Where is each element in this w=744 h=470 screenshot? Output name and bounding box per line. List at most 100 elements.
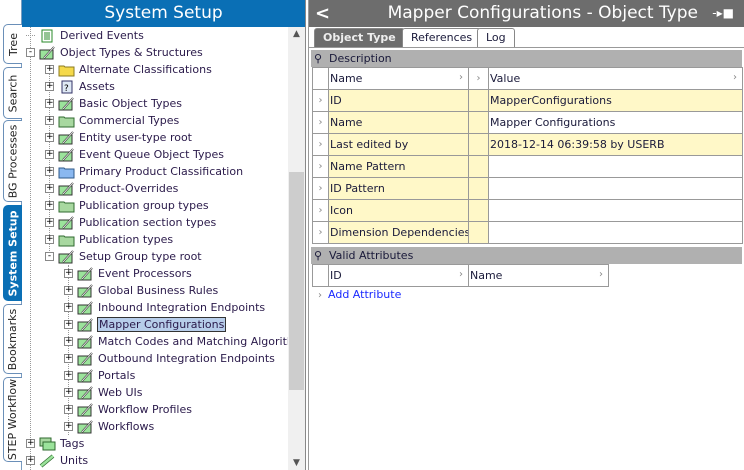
table-row[interactable]: › Name Pattern	[312, 155, 743, 178]
expand-icon[interactable]: +	[45, 235, 54, 244]
row-value[interactable]	[488, 199, 743, 222]
expand-icon[interactable]: +	[45, 150, 54, 159]
column-header-name[interactable]: Name ›	[468, 264, 609, 287]
expand-icon[interactable]: +	[45, 218, 54, 227]
chevron-icon[interactable]: ›	[468, 67, 489, 90]
expand-icon[interactable]: +	[45, 82, 54, 91]
tree-item[interactable]: + Publication group types	[45, 197, 210, 214]
table-row[interactable]: › Last edited by 2018-12-14 06:39:58 by US…	[312, 133, 743, 156]
tree-item[interactable]: + Commercial Types	[45, 112, 180, 129]
vtab-search[interactable]: Search	[3, 67, 22, 119]
add-attribute-link[interactable]: Add Attribute	[328, 288, 401, 301]
tab-log[interactable]: Log	[477, 28, 515, 47]
column-header-name[interactable]: Name ›	[328, 67, 469, 90]
vtab-bg-processes[interactable]: BG Processes	[3, 120, 22, 202]
expand-icon[interactable]: +	[45, 167, 54, 176]
expand-icon[interactable]: +	[64, 337, 73, 346]
object-type-icon	[58, 130, 75, 145]
description-section-header[interactable]: ⚲ Description	[311, 50, 742, 67]
tree-item[interactable]: + Publication types	[45, 231, 174, 248]
scroll-up-icon[interactable]: ▲	[288, 29, 305, 39]
tree-item[interactable]: + Basic Object Types	[45, 95, 183, 112]
table-row[interactable]: › Name Mapper Configurations	[312, 111, 743, 134]
tab-object-type[interactable]: Object Type	[314, 28, 405, 47]
tab-references[interactable]: References	[402, 28, 482, 47]
expand-icon[interactable]: +	[64, 354, 73, 363]
chevron-icon[interactable]: ›	[312, 199, 329, 222]
expand-icon[interactable]: +	[26, 439, 35, 448]
expand-icon[interactable]: +	[64, 320, 73, 329]
tree-item[interactable]: - Object Types & Structures	[26, 44, 204, 61]
chevron-icon[interactable]: ›	[312, 133, 329, 156]
tree-item[interactable]: + Match Codes and Matching Algorithms	[64, 333, 288, 350]
expand-icon[interactable]: +	[64, 269, 73, 278]
pin-icon[interactable]: ⚲	[314, 247, 322, 264]
chevron-icon[interactable]: ›	[312, 111, 329, 134]
expand-icon[interactable]: +	[45, 116, 54, 125]
scrollbar-thumb[interactable]	[289, 172, 304, 390]
expand-icon[interactable]: +	[45, 65, 54, 74]
pin-icon[interactable]: ⚲	[314, 50, 322, 67]
expand-icon[interactable]: +	[45, 99, 54, 108]
vtab-tree[interactable]: Tree	[3, 24, 22, 64]
vtab-step-workflow[interactable]: STEP Workflow	[3, 377, 22, 462]
tree-item-label: Setup Group type root	[79, 250, 202, 263]
row-value[interactable]: 2018-12-14 06:39:58 by USERB	[488, 133, 743, 156]
expand-icon[interactable]: +	[64, 388, 73, 397]
valid-attributes-section-header[interactable]: ⚲ Valid Attributes	[311, 247, 742, 264]
expand-icon[interactable]: +	[45, 184, 54, 193]
vtab-bookmarks[interactable]: Bookmarks	[3, 304, 22, 374]
tree-item[interactable]: + Event Queue Object Types	[45, 146, 225, 163]
collapse-icon[interactable]: -	[26, 48, 35, 57]
collapse-icon[interactable]: -	[45, 252, 54, 261]
tree-item-label: Units	[60, 454, 89, 467]
expand-icon[interactable]: +	[64, 371, 73, 380]
tree-item[interactable]: + Inbound Integration Endpoints	[64, 299, 266, 316]
tree-item[interactable]: + Web UIs	[64, 384, 144, 401]
tree-item[interactable]: + Global Business Rules	[64, 282, 219, 299]
vtab-system-setup[interactable]: System Setup	[3, 205, 22, 301]
tree-item[interactable]: + Outbound Integration Endpoints	[64, 350, 276, 367]
expand-icon[interactable]: +	[64, 303, 73, 312]
chevron-icon[interactable]: ›	[312, 221, 329, 244]
expand-icon[interactable]: +	[26, 456, 35, 465]
expand-icon[interactable]: +	[64, 422, 73, 431]
tree-item[interactable]: + Entity user-type root	[45, 129, 193, 146]
tree-item[interactable]: + Alternate Classifications	[45, 61, 213, 78]
column-header-id[interactable]: ID ›	[328, 264, 469, 287]
column-header-value[interactable]: Value ›	[488, 67, 743, 90]
tree-item[interactable]: + Product-Overrides	[45, 180, 179, 197]
row-value[interactable]: MapperConfigurations	[488, 89, 743, 112]
tree-item[interactable]: + Primary Product Classification	[45, 163, 244, 180]
pin-icon[interactable]: -▸■	[712, 0, 734, 27]
scroll-down-icon[interactable]: ▼	[288, 458, 305, 468]
tree-item[interactable]: + Workflows	[64, 418, 155, 435]
expand-icon[interactable]: +	[64, 405, 73, 414]
row-value[interactable]	[488, 177, 743, 200]
tree-item[interactable]: + Workflow Profiles	[64, 401, 193, 418]
row-value[interactable]: Mapper Configurations	[488, 111, 743, 134]
tree-item[interactable]: + Event Processors	[64, 265, 193, 282]
chevron-icon[interactable]: ›	[312, 155, 329, 178]
tree-item[interactable]: - Setup Group type root	[45, 248, 203, 265]
chevron-icon[interactable]: ›	[312, 89, 329, 112]
tree-item[interactable]: + Units	[26, 452, 89, 469]
back-arrow-icon[interactable]: <	[315, 0, 330, 27]
tree-item[interactable]: + Mapper Configurations	[64, 316, 227, 333]
row-value[interactable]	[488, 221, 743, 244]
tree-scrollbar[interactable]: ▲ ▼	[288, 27, 305, 470]
expand-icon[interactable]: +	[45, 201, 54, 210]
table-row[interactable]: › ID Pattern	[312, 177, 743, 200]
chevron-icon[interactable]: ›	[312, 177, 329, 200]
tree-item[interactable]: + Publication section types	[45, 214, 217, 231]
tree-item[interactable]: + Tags	[26, 435, 85, 452]
tree-item[interactable]: Derived Events	[26, 27, 145, 44]
expand-icon[interactable]: +	[64, 286, 73, 295]
table-row[interactable]: › Dimension Dependencies	[312, 221, 743, 244]
tree-item[interactable]: +? Assets	[45, 78, 116, 95]
table-row[interactable]: › ID MapperConfigurations	[312, 89, 743, 112]
expand-icon[interactable]: +	[45, 133, 54, 142]
row-value[interactable]	[488, 155, 743, 178]
table-row[interactable]: › Icon	[312, 199, 743, 222]
tree-item[interactable]: + Portals	[64, 367, 136, 384]
